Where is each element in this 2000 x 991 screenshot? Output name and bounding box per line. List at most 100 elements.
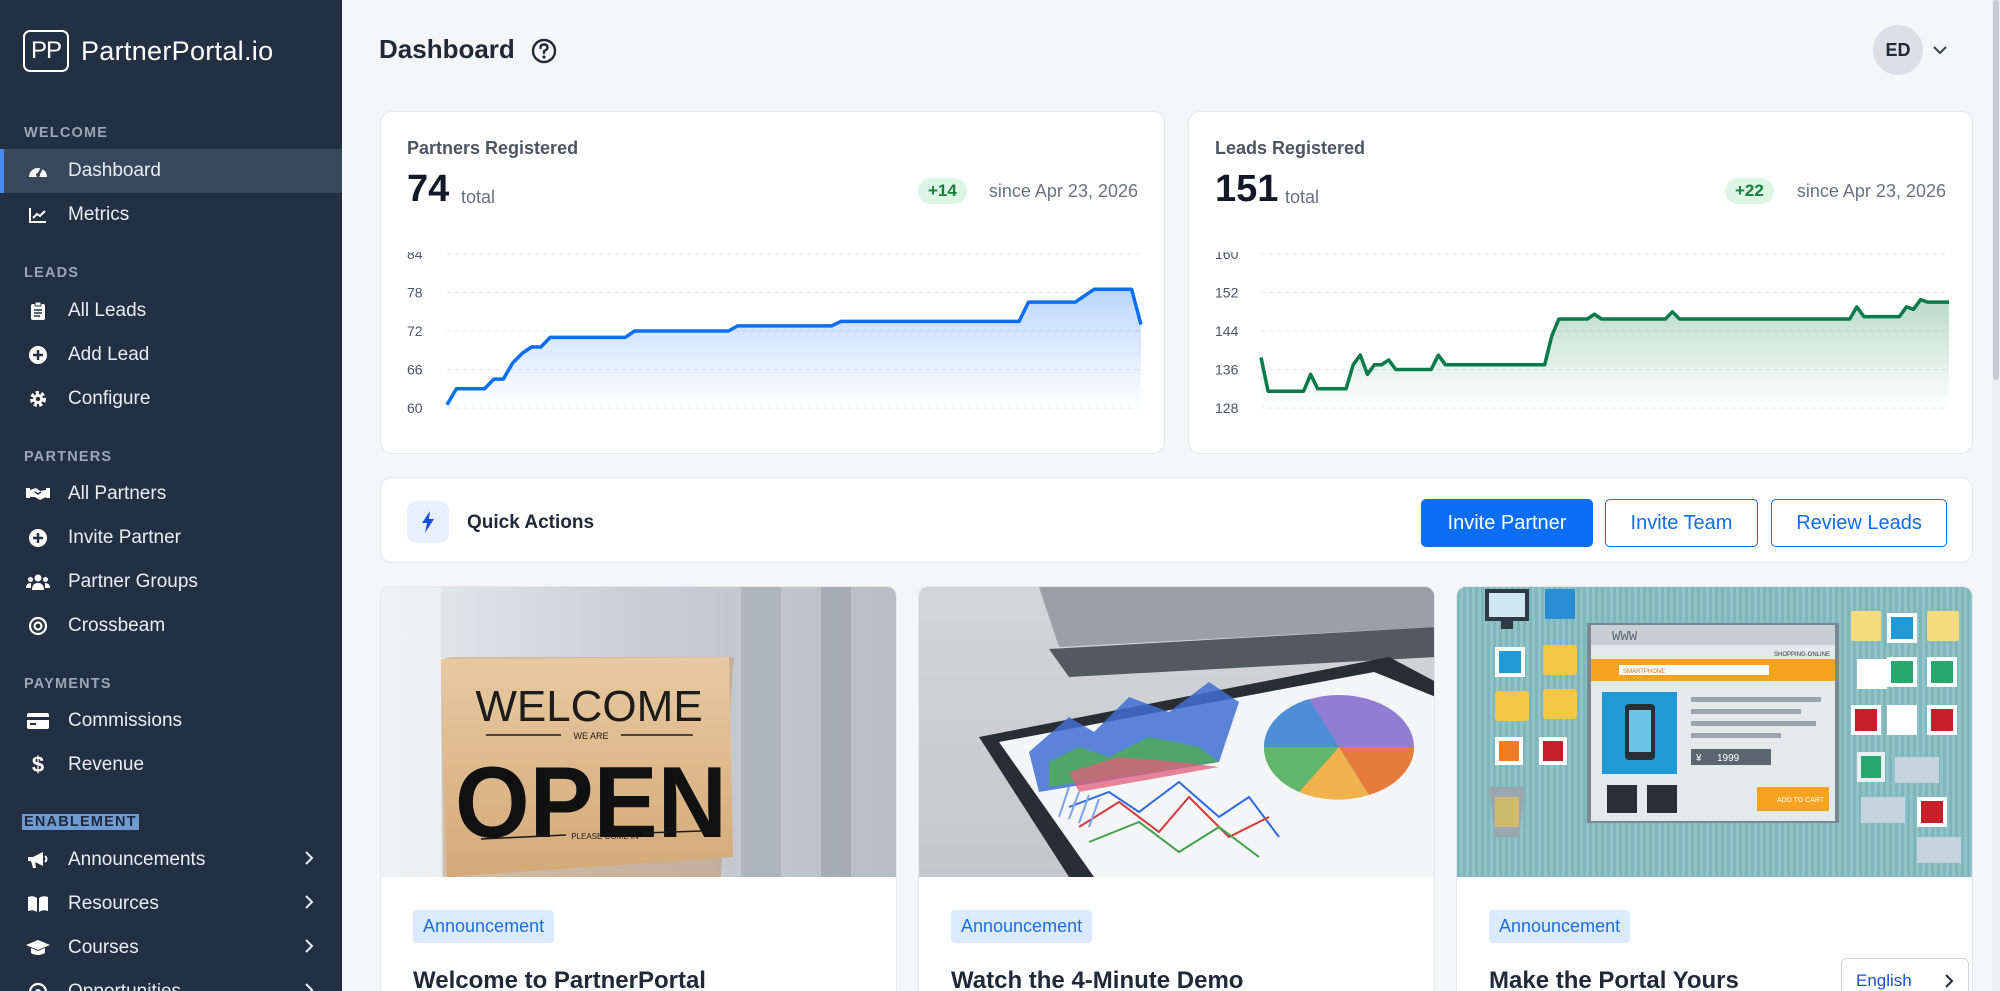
crossbeam-icon bbox=[26, 616, 50, 636]
graduation-cap-icon bbox=[26, 939, 50, 957]
sidebar-item-label: All Leads bbox=[68, 300, 147, 321]
sign-we-are-text: WE ARE bbox=[573, 731, 608, 741]
sign-welcome-text: WELCOME bbox=[475, 682, 702, 731]
welcome-open-sign-image: WELCOME WE ARE OPEN PLEASE COME IN bbox=[381, 587, 896, 877]
y-tick-label: 152 bbox=[1215, 285, 1239, 301]
y-tick-label: 136 bbox=[1215, 362, 1239, 378]
brand-logo: PP bbox=[23, 30, 69, 72]
quick-actions-title: Quick Actions bbox=[467, 512, 595, 533]
sidebar-item-label: Invite Partner bbox=[68, 527, 181, 548]
sidebar-item-label: Add Lead bbox=[68, 344, 150, 365]
sidebar-item-announcements[interactable]: Announcements bbox=[0, 838, 342, 882]
sidebar-item-label: Opportunities bbox=[68, 981, 181, 991]
price-label: 1999 bbox=[1717, 753, 1740, 764]
section-welcome: WELCOME bbox=[24, 125, 109, 141]
sidebar-item-label: Courses bbox=[68, 937, 139, 958]
brand-name: PartnerPortal.io bbox=[81, 35, 274, 66]
line-chart-icon bbox=[26, 206, 50, 224]
stat-unit: total bbox=[1285, 187, 1320, 207]
scrollbar-thumb[interactable] bbox=[1993, 0, 1999, 380]
delta-badge: +14 bbox=[918, 178, 967, 204]
sidebar-item-label: Metrics bbox=[68, 204, 130, 225]
y-tick-label: 66 bbox=[407, 362, 423, 378]
sidebar-item-label: Partner Groups bbox=[68, 571, 198, 592]
language-selector[interactable]: English bbox=[1841, 958, 1969, 991]
invite-partner-button[interactable]: Invite Partner bbox=[1421, 499, 1593, 547]
page-title: Dashboard bbox=[379, 34, 515, 64]
dollar-icon: $ bbox=[31, 752, 45, 777]
series-area bbox=[1261, 299, 1949, 408]
plus-circle-icon bbox=[26, 345, 50, 365]
since-date: since Apr 23, 2026 bbox=[988, 181, 1138, 201]
plus-circle-icon bbox=[26, 528, 50, 548]
sidebar-item-add-lead[interactable]: Add Lead bbox=[0, 333, 342, 377]
avatar[interactable]: ED bbox=[1873, 25, 1923, 75]
scrollbar[interactable] bbox=[1992, 0, 2000, 991]
stat-title: Partners Registered bbox=[407, 138, 579, 158]
sidebar-item-opportunities[interactable]: Opportunities bbox=[0, 970, 342, 991]
card-title[interactable]: Watch the 4-Minute Demo bbox=[951, 967, 1243, 991]
y-tick-label: 128 bbox=[1215, 400, 1239, 416]
chevron-right-icon bbox=[304, 850, 314, 872]
chevron-right-icon bbox=[304, 894, 314, 916]
chevron-down-icon[interactable] bbox=[1932, 42, 1948, 60]
help-icon[interactable] bbox=[531, 38, 557, 69]
section-enablement: ENABLEMENT bbox=[22, 814, 139, 830]
sidebar-item-all-partners[interactable]: All Partners bbox=[0, 472, 342, 516]
card-title[interactable]: Make the Portal Yours bbox=[1489, 967, 1739, 991]
review-leads-button[interactable]: Review Leads bbox=[1771, 499, 1947, 547]
add-to-cart-label: ADD TO CART bbox=[1777, 797, 1825, 804]
y-tick-label: 60 bbox=[407, 400, 423, 416]
sidebar-item-courses[interactable]: Courses bbox=[0, 926, 342, 970]
section-payments: PAYMENTS bbox=[24, 676, 112, 692]
megaphone-icon bbox=[26, 851, 50, 869]
since-date: since Apr 23, 2026 bbox=[1796, 181, 1946, 201]
section-leads: LEADS bbox=[24, 265, 80, 281]
browser-tab-label: SHOPPING-ONLINE bbox=[1774, 652, 1830, 658]
content-card-customize[interactable]: WWW SHOPPING-ONLINE SMARTPHONE ¥ 1999 AD… bbox=[1456, 586, 1973, 991]
sidebar-item-label: Crossbeam bbox=[68, 615, 166, 636]
sidebar-item-commissions[interactable]: Commissions bbox=[0, 699, 342, 743]
sidebar-item-configure[interactable]: Configure bbox=[0, 377, 342, 421]
content-card-demo[interactable]: Announcement Watch the 4-Minute Demo bbox=[918, 586, 1435, 991]
chevron-right-icon bbox=[304, 982, 314, 991]
gear-icon bbox=[26, 389, 50, 409]
y-tick-label: 78 bbox=[407, 285, 423, 301]
clipboard-icon bbox=[26, 301, 50, 321]
card-title[interactable]: Welcome to PartnerPortal bbox=[413, 967, 706, 991]
stat-value: 151 bbox=[1215, 168, 1279, 210]
currency-symbol: ¥ bbox=[1695, 753, 1702, 764]
search-box-label: SMARTPHONE bbox=[1623, 669, 1665, 675]
credit-card-icon bbox=[26, 713, 50, 729]
leads-chart: 160 152 144 136 128 bbox=[1215, 252, 1949, 416]
sign-please-come-in-text: PLEASE COME IN bbox=[571, 832, 639, 841]
content-card-welcome[interactable]: WELCOME WE ARE OPEN PLEASE COME IN Annou… bbox=[380, 586, 897, 991]
stat-value: 74 bbox=[407, 168, 450, 210]
sidebar-item-label: Commissions bbox=[68, 710, 183, 731]
sidebar-item-all-leads[interactable]: All Leads bbox=[0, 289, 342, 333]
sidebar-item-invite-partner[interactable]: Invite Partner bbox=[0, 516, 342, 560]
sidebar-item-revenue[interactable]: $ Revenue bbox=[0, 743, 342, 787]
announcement-badge: Announcement bbox=[413, 910, 555, 943]
tablet-charts-image bbox=[919, 587, 1434, 877]
handshake-icon bbox=[26, 486, 50, 502]
chevron-right-icon bbox=[1944, 973, 1954, 991]
sidebar-item-partner-groups[interactable]: Partner Groups bbox=[0, 560, 342, 604]
partners-registered-card: Partners Registered 74 total +14 since A… bbox=[380, 111, 1165, 454]
partners-chart: 84 78 72 66 60 bbox=[407, 252, 1143, 416]
stat-unit: total bbox=[461, 187, 496, 207]
sidebar: PP PartnerPortal.io WELCOME Dashboard Me… bbox=[0, 0, 342, 991]
sidebar-item-crossbeam[interactable]: Crossbeam bbox=[0, 604, 342, 648]
brand[interactable]: PP PartnerPortal.io bbox=[23, 30, 273, 72]
stat-title: Leads Registered bbox=[1215, 138, 1366, 158]
sidebar-item-label: Revenue bbox=[68, 754, 145, 775]
announcement-badge: Announcement bbox=[951, 910, 1093, 943]
window-label: WWW bbox=[1612, 629, 1638, 645]
users-icon bbox=[26, 573, 50, 591]
sidebar-item-metrics[interactable]: Metrics bbox=[0, 193, 342, 237]
sidebar-item-dashboard[interactable]: Dashboard bbox=[0, 149, 342, 193]
invite-team-button[interactable]: Invite Team bbox=[1605, 499, 1758, 547]
sidebar-item-resources[interactable]: Resources bbox=[0, 882, 342, 926]
sidebar-item-label: Announcements bbox=[68, 849, 206, 870]
language-label: English bbox=[1856, 971, 1912, 990]
